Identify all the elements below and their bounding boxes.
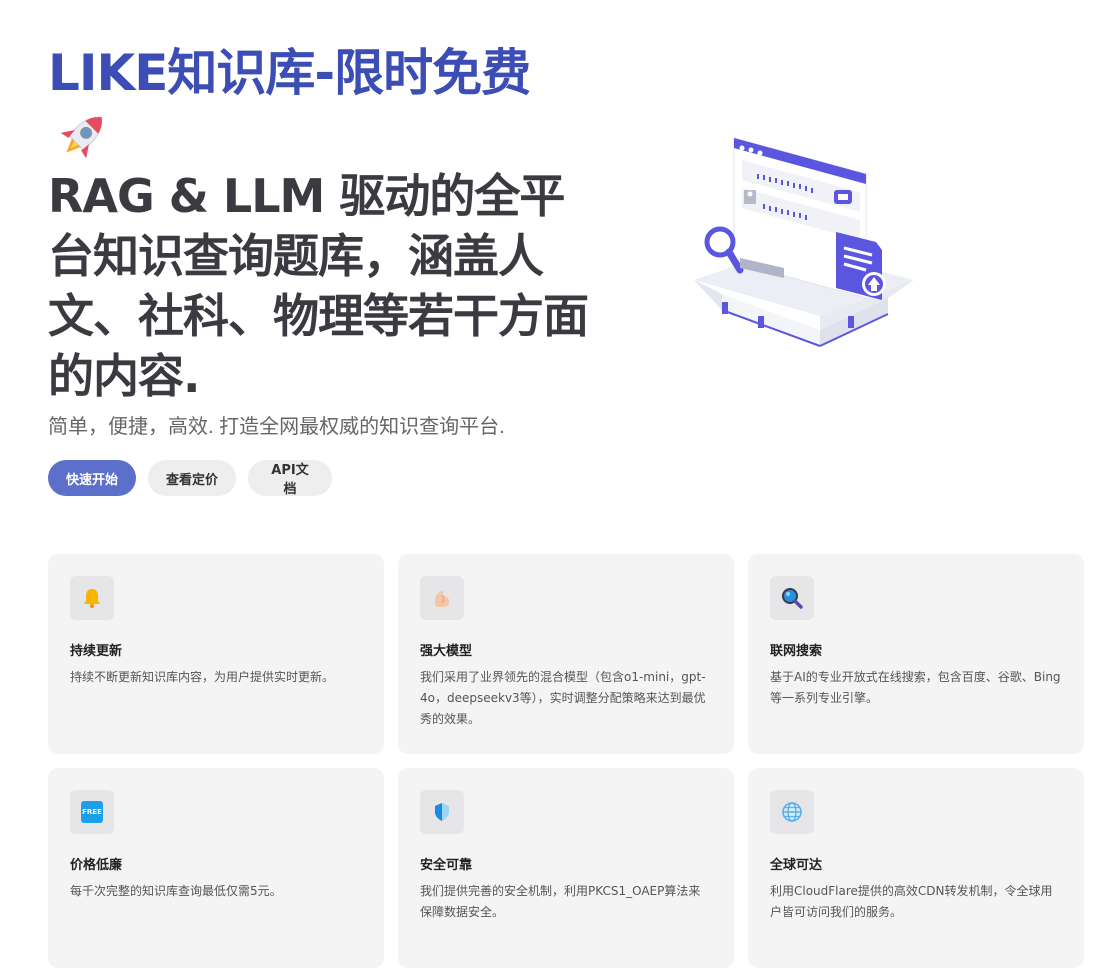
bell-icon	[70, 576, 114, 620]
hero-section: LIKE知识库-限时免费 RAG & LLM 驱动的全平台知识查询题库，涵盖人文…	[48, 40, 628, 442]
feature-title: 持续更新	[70, 644, 123, 659]
hero-actions: 快速开始 查看定价 API文档	[48, 460, 332, 497]
api-docs-button[interactable]: API文档	[248, 460, 332, 497]
brand-title: LIKE知识库-限时免费	[48, 44, 531, 102]
feature-title: 价格低廉	[70, 858, 123, 873]
feature-card: 强大模型 我们采用了业界领先的混合模型（包含o1-mini，gpt-4o，dee…	[398, 554, 734, 754]
feature-description: 基于AI的专业开放式在线搜索，包含百度、谷歌、Bing等一系列专业引擎。	[770, 670, 1061, 705]
pricing-button[interactable]: 查看定价	[148, 460, 236, 496]
feature-card: FREE 价格低廉 每千次完整的知识库查询最低仅需5元。	[48, 768, 384, 968]
feature-card: 安全可靠 我们提供完善的安全机制，利用PKCS1_OAEP算法来保障数据安全。	[398, 768, 734, 968]
feature-card: 联网搜索 基于AI的专业开放式在线搜索，包含百度、谷歌、Bing等一系列专业引擎…	[748, 554, 1084, 754]
globe-icon	[770, 790, 814, 834]
feature-title: 强大模型	[420, 644, 473, 659]
rocket-icon	[60, 116, 103, 159]
shield-icon	[420, 790, 464, 834]
hero-headline: RAG & LLM 驱动的全平台知识查询题库，涵盖人文、社科、物理等若干方面的内…	[48, 169, 589, 403]
feature-description: 每千次完整的知识库查询最低仅需5元。	[70, 884, 282, 898]
feature-description: 持续不断更新知识库内容，为用户提供实时更新。	[70, 670, 335, 684]
quick-start-button[interactable]: 快速开始	[48, 460, 136, 496]
feature-title: 安全可靠	[420, 858, 473, 873]
feature-card: 全球可达 利用CloudFlare提供的高效CDN转发机制，令全球用户皆可访问我…	[748, 768, 1084, 968]
flexed-biceps-icon	[420, 576, 464, 620]
knowledge-box-illustration	[694, 137, 914, 347]
free-icon: FREE	[70, 790, 114, 834]
feature-description: 我们采用了业界领先的混合模型（包含o1-mini，gpt-4o，deepseek…	[420, 670, 706, 726]
hero-subtitle: 简单，便捷，高效. 打造全网最权威的知识查询平台.	[48, 416, 505, 438]
feature-description: 我们提供完善的安全机制，利用PKCS1_OAEP算法来保障数据安全。	[420, 884, 701, 919]
feature-title: 全球可达	[770, 858, 823, 873]
features-grid: 持续更新 持续不断更新知识库内容，为用户提供实时更新。 强大模型 我们采用了业界…	[48, 554, 1084, 968]
feature-card: 持续更新 持续不断更新知识库内容，为用户提供实时更新。	[48, 554, 384, 754]
feature-description: 利用CloudFlare提供的高效CDN转发机制，令全球用户皆可访问我们的服务。	[770, 884, 1053, 919]
free-badge-label: FREE	[81, 801, 103, 823]
magnifier-icon	[770, 576, 814, 620]
feature-title: 联网搜索	[770, 644, 823, 659]
